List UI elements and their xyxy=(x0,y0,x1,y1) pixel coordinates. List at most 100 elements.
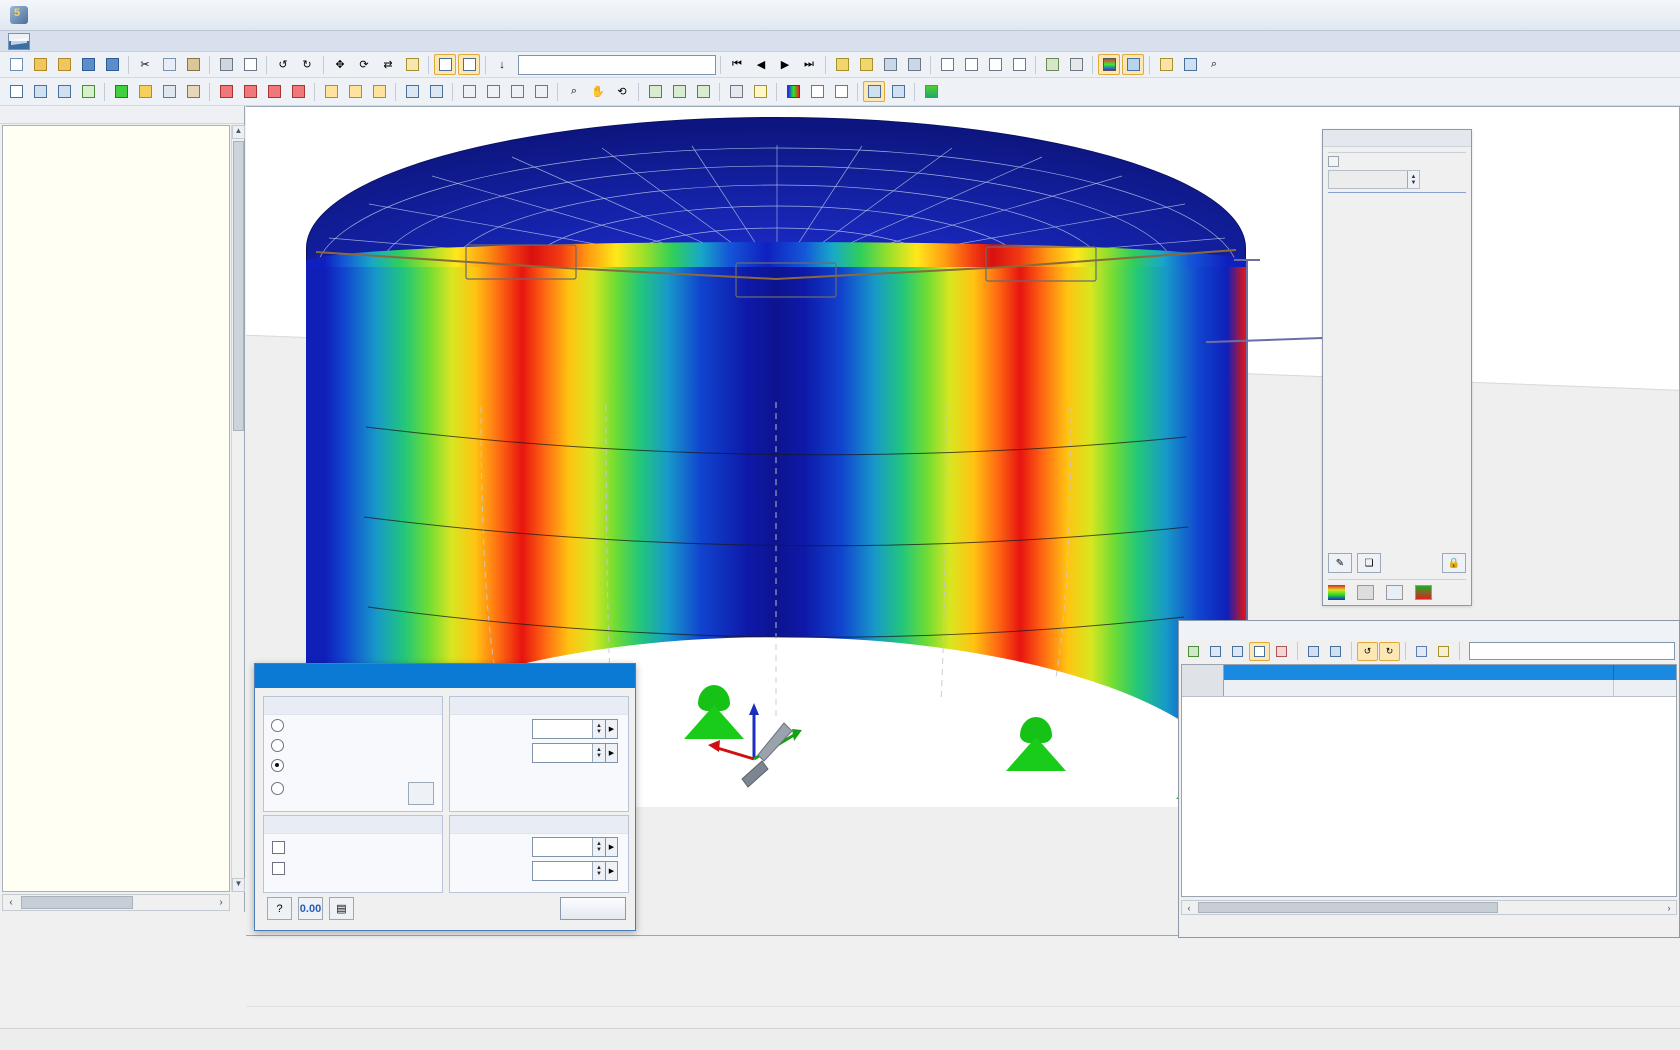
minimize-button[interactable] xyxy=(1542,0,1588,30)
nodal-load-icon[interactable] xyxy=(215,81,237,102)
clipping-plane-dialog[interactable]: ▲ ▼ ▶ ▲ ▼ ▶ ▲ ▼ ▶ ▲ ▼ ▶ ? 0.00 ▤ xyxy=(254,663,636,931)
grid-scroll-right-icon[interactable]: › xyxy=(1662,903,1676,913)
copy-object-icon[interactable] xyxy=(401,54,423,75)
scroll-right-icon[interactable]: › xyxy=(213,897,229,908)
insert-row-icon[interactable] xyxy=(1205,642,1226,661)
result-combination-icon[interactable] xyxy=(368,81,390,102)
show-table-icon[interactable] xyxy=(458,54,480,75)
step-more-button[interactable]: ▶ xyxy=(606,743,618,763)
menu-table[interactable] xyxy=(162,39,180,43)
filter-table-icon[interactable] xyxy=(1249,641,1270,661)
results-filter-icon[interactable] xyxy=(1008,54,1030,75)
rotate-view-icon[interactable]: ⟲ xyxy=(611,81,633,102)
invert-clipping-side-row[interactable] xyxy=(264,837,442,858)
graph-view-icon[interactable] xyxy=(1433,642,1454,661)
new-line-icon[interactable] xyxy=(29,81,51,102)
deformation-display-icon[interactable] xyxy=(782,81,804,102)
undo-icon[interactable]: ↺ xyxy=(272,54,294,75)
legend-tab-icon[interactable] xyxy=(1415,584,1432,600)
plane-radio-xy[interactable] xyxy=(271,718,284,732)
move-icon[interactable]: ✥ xyxy=(329,54,351,75)
group-visibility-icon[interactable] xyxy=(668,81,690,102)
calculate-all-icon[interactable] xyxy=(855,54,877,75)
render-icon[interactable] xyxy=(1041,54,1063,75)
grid-scroll-left-icon[interactable]: ‹ xyxy=(1182,903,1196,913)
view-front-icon[interactable] xyxy=(458,81,480,102)
nav-next-icon[interactable]: ▶ xyxy=(774,54,796,75)
new-surface-icon[interactable] xyxy=(77,81,99,102)
navigator-vertical-scrollbar[interactable]: ▲ ▼ xyxy=(231,125,245,892)
wireframe-icon[interactable] xyxy=(1065,54,1087,75)
color-scale-tab-icon[interactable] xyxy=(1328,584,1345,600)
clipping-plane-icon[interactable] xyxy=(1122,54,1144,75)
undo-table-icon[interactable]: ↺ xyxy=(1357,641,1378,661)
menu-calculate[interactable] xyxy=(108,39,126,43)
menu-tools[interactable] xyxy=(144,39,162,43)
scroll-thumb[interactable] xyxy=(233,141,244,431)
results-chart-icon[interactable] xyxy=(960,54,982,75)
new-icon[interactable] xyxy=(5,54,27,75)
lock-panel-icon[interactable]: 🔒 xyxy=(1442,553,1466,573)
comment-icon[interactable] xyxy=(749,81,771,102)
calc-settings-icon[interactable] xyxy=(879,54,901,75)
factors-tab-icon[interactable] xyxy=(1357,584,1374,600)
close-button[interactable] xyxy=(1634,0,1680,30)
nav-last-icon[interactable]: ⏭ xyxy=(798,54,820,75)
menu-file[interactable] xyxy=(36,39,54,43)
zoom-fit-icon[interactable]: ⌕ xyxy=(1203,54,1225,75)
print-icon[interactable] xyxy=(215,54,237,75)
mesh-settings-icon[interactable] xyxy=(425,81,447,102)
redo-table-icon[interactable]: ↻ xyxy=(1379,641,1400,661)
visibility-icon[interactable] xyxy=(644,81,666,102)
increments-spin-buttons[interactable]: ▲ ▼ xyxy=(1407,171,1419,188)
plane-radio-workplane[interactable] xyxy=(271,781,284,795)
isometric-view-icon[interactable] xyxy=(1179,54,1201,75)
next-table-icon[interactable] xyxy=(1325,642,1346,661)
chart-table-icon[interactable] xyxy=(1271,642,1292,661)
menu-window[interactable] xyxy=(216,39,234,43)
plane-option-yz[interactable] xyxy=(264,735,442,755)
step-spin-buttons[interactable]: ▲ ▼ xyxy=(592,744,605,762)
offset-spin-buttons[interactable]: ▲ ▼ xyxy=(592,720,605,738)
menu-view[interactable] xyxy=(72,39,90,43)
calculate-icon[interactable] xyxy=(831,54,853,75)
help-icon[interactable]: ? xyxy=(267,897,292,920)
menu-results[interactable] xyxy=(126,39,144,43)
member-load-icon[interactable] xyxy=(239,81,261,102)
display-results-checkbox[interactable] xyxy=(272,862,285,875)
view-iso-icon[interactable] xyxy=(530,81,552,102)
edit-table-icon[interactable] xyxy=(1183,642,1204,661)
edit-panel-icon[interactable]: ✎ xyxy=(1328,553,1352,573)
numbers-icon[interactable]: 0.00 xyxy=(298,897,323,920)
calc-diagram-icon[interactable] xyxy=(903,54,925,75)
view-side-icon[interactable] xyxy=(506,81,528,102)
grid-hscroll-thumb[interactable] xyxy=(1198,902,1498,913)
increments-checkbox[interactable] xyxy=(1328,153,1466,167)
results-table-icon[interactable] xyxy=(936,54,958,75)
results-detail-icon[interactable] xyxy=(984,54,1006,75)
surface-load-icon[interactable] xyxy=(263,81,285,102)
support-icon[interactable] xyxy=(110,81,132,102)
results-graph-icon[interactable] xyxy=(920,81,942,102)
grid-view-icon[interactable] xyxy=(1411,642,1432,661)
rotation-beta-spin-buttons[interactable]: ▲ ▼ xyxy=(592,862,605,880)
menu-options[interactable] xyxy=(180,39,198,43)
scroll-up-icon[interactable]: ▲ xyxy=(232,125,245,139)
close-dialog-button[interactable] xyxy=(560,897,626,920)
show-numbering-icon[interactable] xyxy=(434,54,456,75)
section-icon[interactable] xyxy=(1155,54,1177,75)
display-results-row[interactable] xyxy=(264,858,442,879)
menu-addon-modules[interactable] xyxy=(198,39,216,43)
menu-help[interactable] xyxy=(234,39,252,43)
invert-clipping-side-checkbox[interactable] xyxy=(272,841,285,854)
increments-spinner[interactable]: ▲ ▼ xyxy=(1328,170,1420,189)
new-node-icon[interactable] xyxy=(5,81,27,102)
scroll-down-icon[interactable]: ▼ xyxy=(232,878,245,892)
navigator-toggle-icon[interactable] xyxy=(887,81,909,102)
increments-checkbox-box[interactable] xyxy=(1328,156,1339,167)
menu-edit[interactable] xyxy=(54,39,72,43)
rotation-beta-more-button[interactable]: ▶ xyxy=(606,861,618,881)
printout-report-icon[interactable] xyxy=(239,54,261,75)
rotate-icon[interactable]: ⟳ xyxy=(353,54,375,75)
scroll-left-icon[interactable]: ‹ xyxy=(3,897,19,908)
